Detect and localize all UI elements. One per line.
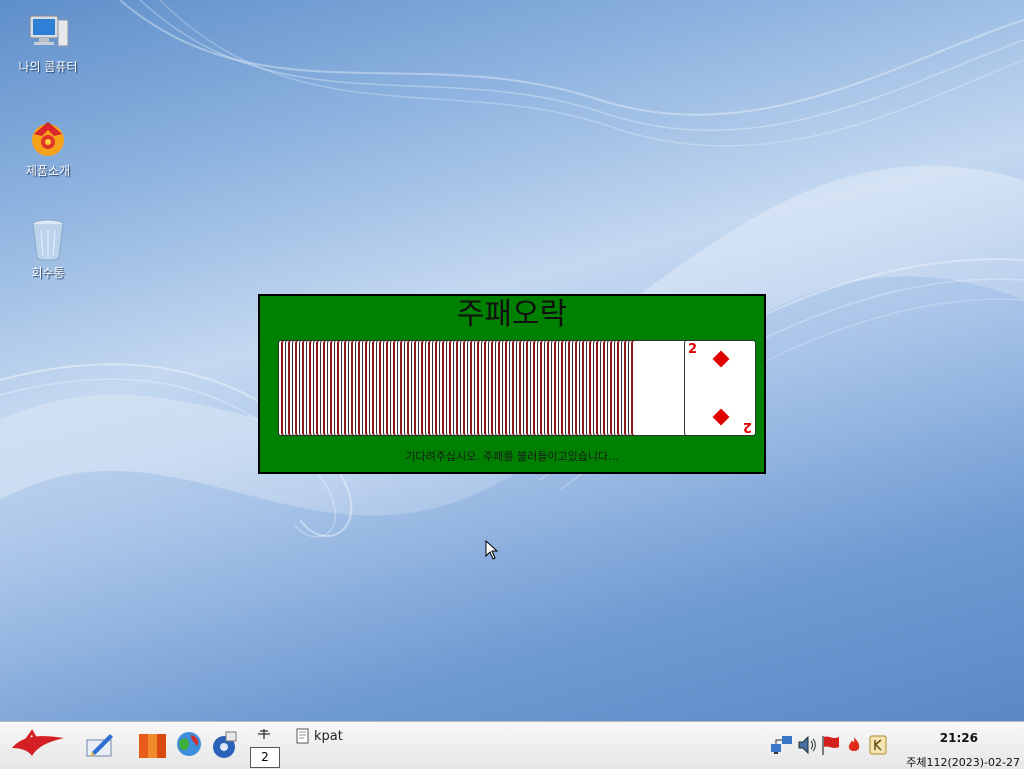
mouse-pointer-icon — [485, 540, 499, 560]
flag-icon[interactable] — [820, 734, 842, 760]
card-rank-top: 2 — [688, 342, 698, 357]
workspace-pager[interactable]: 2 — [250, 747, 280, 768]
desktop-icon-label: 회수통 — [31, 266, 65, 280]
two-of-diamonds-card: 2 2 — [684, 340, 756, 436]
desktop-icon-product-intro[interactable]: 제품소개 — [3, 114, 93, 178]
diamond-pip — [712, 408, 730, 426]
loading-status-text: 기다려주십시오. 주패를 불러들이고있습니다... — [405, 450, 619, 463]
desktop-icon-label: 제품소개 — [25, 164, 71, 178]
fire-icon[interactable] — [846, 736, 862, 758]
task-button-kpat[interactable]: kpat — [296, 726, 343, 746]
volume-icon[interactable] — [796, 734, 818, 760]
start-menu-icon[interactable] — [8, 728, 68, 766]
card-rank-bottom: 2 — [742, 419, 752, 434]
recycle-bin-icon — [24, 216, 72, 264]
web-browser-icon[interactable] — [175, 730, 203, 762]
file-manager-icon[interactable] — [138, 730, 168, 764]
card-deck: 2 2 — [278, 340, 756, 436]
kpat-app-icon — [296, 728, 309, 744]
kpat-loading-splash: 주패오락 2 2 기다려주십시오. 주패를 불러들이고있습니다... — [258, 294, 766, 474]
splash-title: 주패오락 — [456, 297, 568, 332]
desktop-switch-icon[interactable] — [256, 726, 272, 746]
diamond-pip — [712, 350, 730, 368]
taskbar: 2 kpat 21:26 주체112(2023)-02-27 — [0, 721, 1024, 769]
task-label: kpat — [314, 728, 343, 744]
network-icon[interactable] — [770, 734, 794, 760]
desktop-icon-my-computer[interactable]: 나의 콤퓨터 — [3, 10, 93, 74]
clock-time[interactable]: 21:26 — [940, 731, 978, 745]
desktop-icon-label: 나의 콤퓨터 — [18, 60, 78, 74]
keyboard-icon[interactable] — [868, 734, 888, 760]
media-player-icon[interactable] — [210, 730, 238, 764]
computer-icon — [24, 10, 72, 58]
text-editor-icon[interactable] — [84, 730, 116, 764]
desktop-icon-recycle-bin[interactable]: 회수통 — [3, 216, 93, 280]
product-intro-icon — [24, 114, 72, 162]
desktop: 나의 콤퓨터 제품소개 회수통 주패오락 2 2 기다려주십시오. 주패를 불러… — [0, 0, 1024, 721]
